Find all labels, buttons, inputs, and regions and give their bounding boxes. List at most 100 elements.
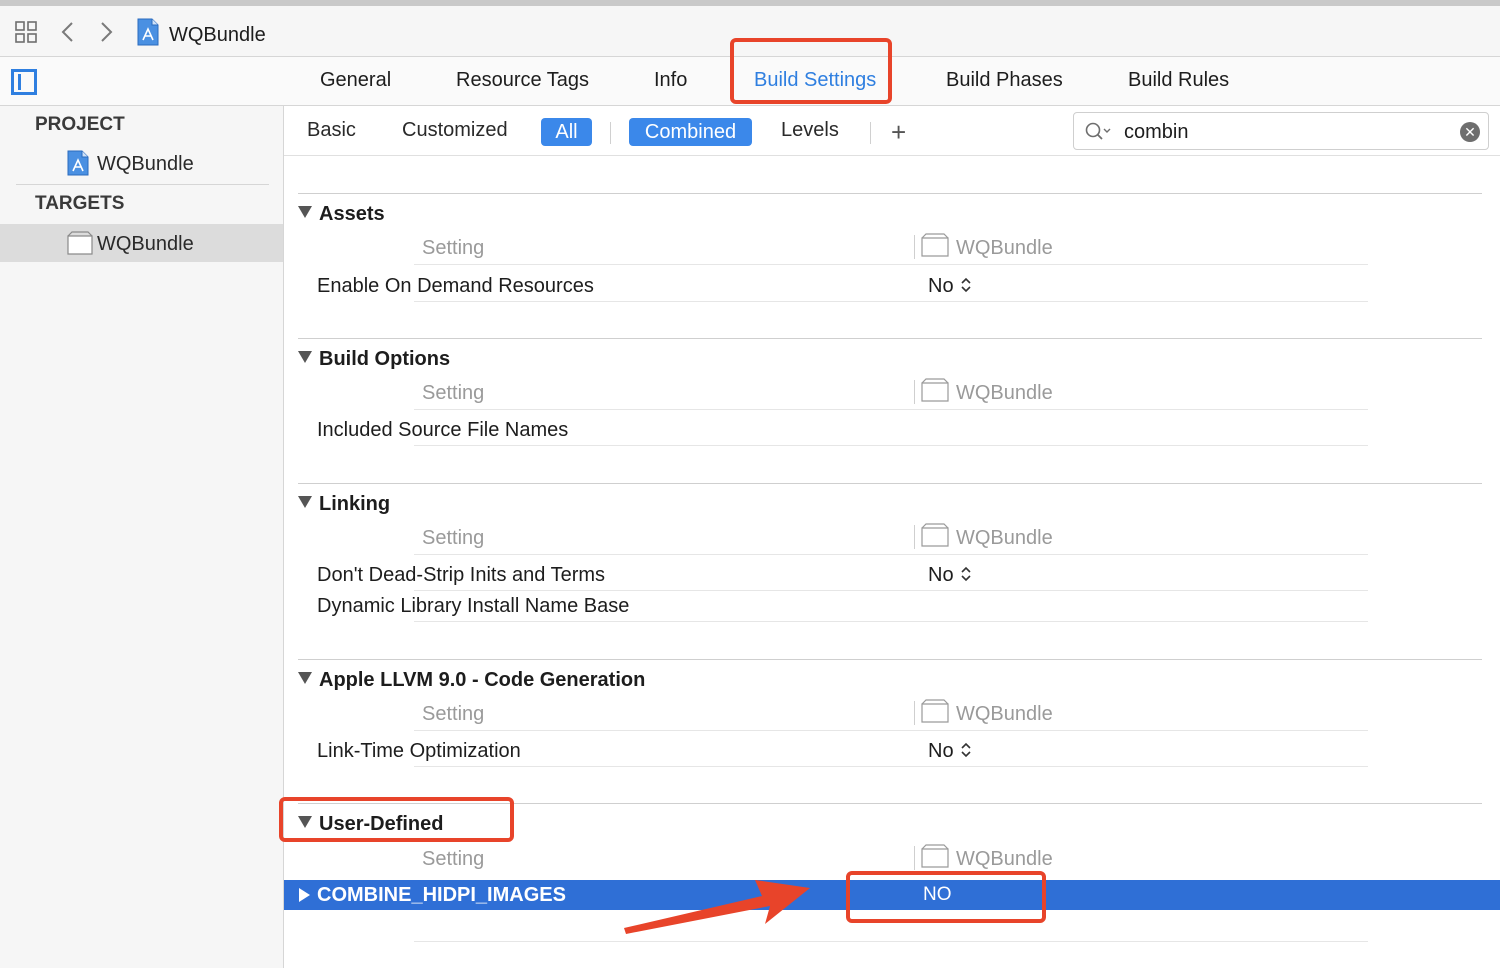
disclosure-triangle-icon[interactable] bbox=[299, 888, 310, 902]
filter-levels[interactable]: Levels bbox=[781, 119, 839, 142]
disclosure-triangle-icon[interactable] bbox=[298, 206, 312, 218]
breadcrumb-project-title[interactable]: WQBundle bbox=[169, 24, 266, 47]
target-column-label: WQBundle bbox=[956, 848, 1053, 870]
tab-build-rules[interactable]: Build Rules bbox=[1128, 69, 1229, 92]
column-divider bbox=[914, 846, 915, 870]
sidebar-item-project[interactable]: WQBundle bbox=[0, 144, 283, 182]
sidebar-item-label: WQBundle bbox=[97, 233, 194, 255]
search-input[interactable] bbox=[1124, 119, 1444, 145]
setting-name: Link-Time Optimization bbox=[317, 740, 521, 762]
row-divider bbox=[414, 264, 1368, 265]
setting-value-popup[interactable]: No bbox=[928, 564, 972, 587]
setting-row[interactable]: Included Source File Names bbox=[298, 415, 1368, 446]
annotation-highlight-build-settings bbox=[730, 38, 892, 104]
sidebar-divider bbox=[16, 184, 269, 185]
sidebar-item-label: WQBundle bbox=[97, 153, 194, 175]
tab-resource-tags[interactable]: Resource Tags bbox=[456, 69, 589, 92]
row-divider bbox=[414, 730, 1368, 731]
setting-column-label: Setting bbox=[422, 382, 485, 404]
bundle-target-icon bbox=[921, 699, 949, 723]
annotation-arrow-icon bbox=[624, 880, 810, 934]
setting-row[interactable]: Enable On Demand Resources No bbox=[298, 271, 1368, 302]
setting-row[interactable]: Dynamic Library Install Name Base bbox=[298, 591, 1368, 622]
up-down-chevron-icon bbox=[961, 277, 971, 293]
section-divider bbox=[298, 338, 1482, 339]
search-icon bbox=[1085, 122, 1111, 140]
setting-column-label: Setting bbox=[422, 848, 485, 870]
setting-name: Enable On Demand Resources bbox=[317, 275, 594, 297]
column-divider bbox=[914, 525, 915, 549]
row-divider bbox=[414, 621, 1368, 622]
row-divider bbox=[414, 766, 1368, 767]
build-settings-filter-bar: Basic Customized All Combined Levels + ✕ bbox=[284, 106, 1500, 156]
target-column-label: WQBundle bbox=[956, 703, 1053, 725]
filter-customized[interactable]: Customized bbox=[402, 119, 508, 142]
related-items-grid-icon[interactable] bbox=[14, 20, 38, 44]
project-navigator-sidebar: PROJECT WQBundle TARGETS WQBundle bbox=[0, 106, 284, 968]
section-divider bbox=[298, 659, 1482, 660]
bundle-target-icon bbox=[921, 523, 949, 547]
up-down-chevron-icon bbox=[961, 566, 971, 582]
setting-value-popup[interactable]: No bbox=[928, 275, 972, 298]
search-field[interactable]: ✕ bbox=[1073, 112, 1489, 150]
column-divider bbox=[914, 380, 915, 404]
row-divider bbox=[414, 301, 1368, 302]
tab-general[interactable]: General bbox=[320, 69, 391, 92]
add-setting-button[interactable]: + bbox=[891, 118, 906, 146]
bundle-target-icon bbox=[921, 378, 949, 402]
setting-column-label: Setting bbox=[422, 703, 485, 725]
column-header: Setting WQBundle bbox=[298, 699, 1368, 731]
setting-column-label: Setting bbox=[422, 237, 485, 259]
setting-name: COMBINE_HIDPI_IMAGES bbox=[317, 884, 566, 906]
setting-name: Dynamic Library Install Name Base bbox=[317, 595, 630, 617]
setting-name: Included Source File Names bbox=[317, 419, 569, 441]
section-header[interactable]: Linking bbox=[298, 493, 390, 516]
tab-build-phases[interactable]: Build Phases bbox=[946, 69, 1063, 92]
back-chevron-icon[interactable] bbox=[58, 20, 78, 44]
setting-value-popup[interactable]: No bbox=[928, 740, 972, 763]
disclosure-triangle-icon[interactable] bbox=[298, 351, 312, 363]
annotation-highlight-user-defined bbox=[279, 797, 514, 842]
project-file-icon bbox=[67, 150, 89, 176]
column-divider bbox=[914, 701, 915, 725]
filter-all[interactable]: All bbox=[541, 118, 592, 146]
row-divider bbox=[414, 554, 1368, 555]
section-header[interactable]: Apple LLVM 9.0 - Code Generation bbox=[298, 669, 645, 692]
annotation-highlight-value bbox=[846, 871, 1046, 923]
up-down-chevron-icon bbox=[961, 742, 971, 758]
disclosure-triangle-icon[interactable] bbox=[298, 496, 312, 508]
sidebar-item-target[interactable]: WQBundle bbox=[0, 224, 283, 262]
sidebar-toggle-icon[interactable] bbox=[11, 69, 37, 95]
setting-column-label: Setting bbox=[422, 527, 485, 549]
build-settings-content: Assets Setting WQBundle Enable On Demand… bbox=[284, 157, 1500, 968]
filter-combined[interactable]: Combined bbox=[629, 118, 752, 146]
target-column-label: WQBundle bbox=[956, 237, 1053, 259]
target-column-label: WQBundle bbox=[956, 382, 1053, 404]
column-header: Setting WQBundle bbox=[298, 523, 1368, 555]
row-divider bbox=[414, 941, 1368, 942]
section-divider bbox=[298, 483, 1482, 484]
row-divider bbox=[414, 445, 1368, 446]
tab-info[interactable]: Info bbox=[654, 69, 687, 92]
column-divider bbox=[914, 235, 915, 259]
setting-name: Don't Dead-Strip Inits and Terms bbox=[317, 564, 606, 586]
targets-heading: TARGETS bbox=[35, 193, 125, 214]
project-heading: PROJECT bbox=[35, 114, 125, 135]
section-header[interactable]: Assets bbox=[298, 203, 385, 226]
setting-row[interactable]: Don't Dead-Strip Inits and Terms No bbox=[298, 560, 1368, 591]
column-header: Setting WQBundle bbox=[298, 844, 1368, 876]
column-header: Setting WQBundle bbox=[298, 233, 1368, 265]
bundle-target-icon bbox=[67, 231, 93, 255]
project-file-icon bbox=[137, 18, 159, 46]
disclosure-triangle-icon[interactable] bbox=[298, 672, 312, 684]
section-header[interactable]: Build Options bbox=[298, 348, 450, 371]
bundle-target-icon bbox=[921, 233, 949, 257]
section-divider bbox=[298, 193, 1482, 194]
column-header: Setting WQBundle bbox=[298, 378, 1368, 410]
row-divider bbox=[414, 409, 1368, 410]
clear-search-icon[interactable]: ✕ bbox=[1460, 122, 1480, 142]
filter-basic[interactable]: Basic bbox=[307, 119, 356, 142]
setting-row[interactable]: Link-Time Optimization No bbox=[298, 736, 1368, 767]
forward-chevron-icon[interactable] bbox=[96, 20, 116, 44]
bundle-target-icon bbox=[921, 844, 949, 868]
